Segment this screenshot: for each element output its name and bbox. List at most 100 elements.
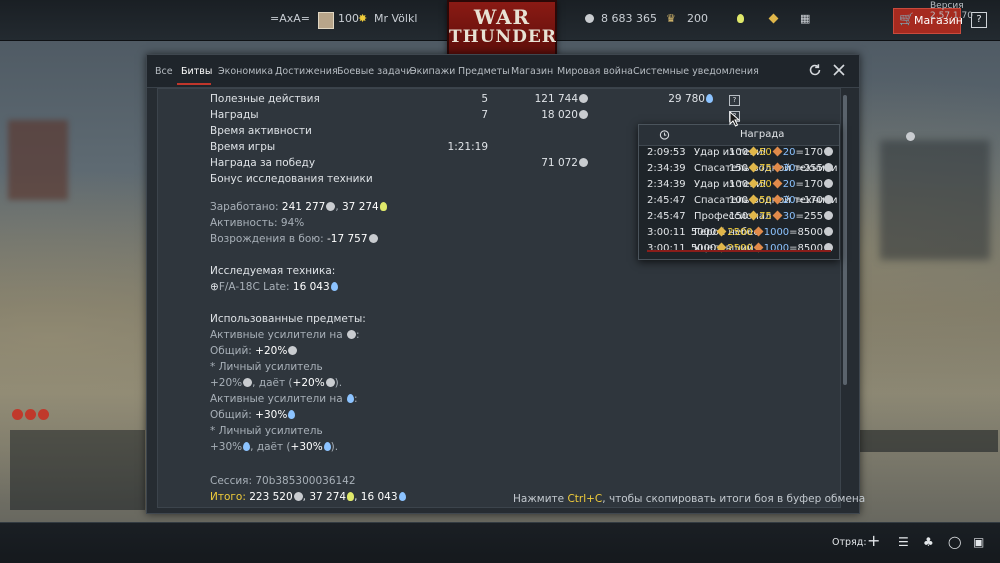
squadron-tag: =AxA=: [270, 12, 310, 25]
add-squad-icon[interactable]: +: [867, 531, 881, 550]
scrollbar[interactable]: [843, 95, 847, 385]
silver-lions-balance[interactable]: 8 683 365: [601, 12, 657, 25]
plus-circle-icon: ⊕: [210, 281, 219, 293]
avatar[interactable]: [318, 12, 334, 29]
popup-row-time: 2:09:53: [647, 147, 686, 158]
personal-booster-sl: * Личный усилитель: [210, 361, 323, 373]
popup-row-amount: 100 50 20=170: [729, 146, 833, 158]
player-name[interactable]: Mr Völkl: [374, 12, 417, 25]
popup-row-time: 2:34:39: [647, 163, 686, 174]
tab-system-notifications[interactable]: Системные уведомления: [633, 66, 759, 77]
row-useful-actions-count: 5: [481, 93, 488, 105]
boosters-sl-line: Активные усилители на :: [210, 329, 360, 341]
respawn-line: Возрождения в бою: -17 757: [210, 233, 378, 245]
golden-eagles-icon: ♛: [666, 12, 676, 25]
row-victory-label: Награда за победу: [210, 157, 316, 169]
logo-line1: WAR: [473, 5, 531, 29]
popup-row-time: 2:45:47: [647, 211, 686, 222]
tab-shop[interactable]: Магазин: [511, 66, 553, 77]
row-active-time-label: Время активности: [210, 125, 312, 137]
popup-row-time: 3:00:11: [647, 227, 686, 238]
ticket-icon[interactable]: ▦: [800, 12, 810, 25]
silver-lions-icon: [579, 158, 588, 167]
popup-row-amount: 5000 2500 1000=8500: [691, 242, 833, 254]
cart-icon: 🛒: [899, 12, 914, 26]
researched-vehicle-line: ⊕F/A-18C Late: 16 043: [210, 281, 338, 293]
chat-icon[interactable]: ◯: [948, 535, 962, 549]
crew-indicators: [12, 409, 51, 423]
tab-battles[interactable]: Битвы: [181, 66, 212, 77]
popup-row: 3:00:11 Герой небес 5000 2500 1000=8500: [639, 225, 839, 241]
items-title: Использованные предметы:: [210, 313, 366, 325]
active-tab-indicator: [177, 83, 211, 85]
personal-booster-rp: * Личный усилитель: [210, 425, 323, 437]
tab-all[interactable]: Все: [155, 66, 173, 77]
tab-achievements[interactable]: Достижения: [275, 66, 338, 77]
silver-lions-icon: [579, 110, 588, 119]
row-awards-sl: 18 020: [541, 109, 578, 121]
researched-title: Исследуемая техника:: [210, 265, 336, 277]
popup-row-time: 2:34:39: [647, 179, 686, 190]
general-rp-line: Общий: +30%: [210, 409, 296, 421]
popup-row: 2:45:47 Профессионал 150 75 30=255: [639, 209, 839, 225]
version-label: Версия 2.57.1.70: [930, 1, 973, 21]
details-button[interactable]: ?: [729, 95, 740, 106]
squad-label: Отряд:: [832, 537, 867, 548]
row-victory-sl: 71 072: [541, 157, 578, 169]
popup-row: 2:45:47 Спасатель водной техники 100 50 20=1…: [639, 193, 839, 209]
total-line: Итого: 223 520, 37 274, 16 043: [210, 491, 406, 503]
row-research-bonus-label: Бонус исследования техники: [210, 173, 373, 185]
tab-economy[interactable]: Экономика: [218, 66, 273, 77]
personal-rp-line: +30%, даёт (+30%).: [210, 441, 339, 453]
boosters-rp-line: Активные усилители на :: [210, 393, 358, 405]
cursor-icon: [729, 111, 741, 127]
close-icon[interactable]: [832, 63, 846, 77]
awards-popup: Награда 2:09:53 Удар из тени! 100 50 20=170 2…: [638, 124, 915, 260]
tab-battle-tasks[interactable]: Боевые задачи: [337, 66, 412, 77]
notifications-window: Все Битвы Экономика Достижения Боевые за…: [146, 54, 865, 514]
row-useful-actions-rp: 29 780: [668, 93, 705, 105]
general-sl-line: Общий: +20%: [210, 345, 298, 357]
friends-icon[interactable]: ♣: [923, 535, 937, 549]
popup-header: Награда: [639, 125, 915, 146]
tab-bar: Все Битвы Экономика Достижения Боевые за…: [147, 55, 859, 88]
premium-icon[interactable]: [768, 12, 779, 25]
right-tool-panel: [848, 430, 998, 452]
bottom-bar: Отряд: + ☰ ♣ ◯ ▣: [0, 522, 1000, 563]
star-icon: ✸: [358, 12, 368, 25]
golden-eagles-balance[interactable]: 200: [687, 12, 708, 25]
popup-row: 2:34:39 Спасатель водной техники 150 75 30=2…: [639, 161, 839, 177]
popup-row: 2:34:39 Удар из тени! 100 50 20=170: [639, 177, 839, 193]
popup-row-time: 3:00:11: [647, 243, 686, 254]
research-icon: [706, 94, 713, 103]
silver-lions-icon: [905, 130, 915, 143]
activity-line: Активность: 94%: [210, 217, 305, 229]
bulb-icon[interactable]: [736, 12, 744, 25]
popup-row-amount: 5000 2500 1000=8500: [691, 226, 833, 238]
row-useful-actions-sl: 121 744: [534, 93, 578, 105]
tab-world-war[interactable]: Мировая война: [557, 66, 633, 77]
popup-row-time: 2:45:47: [647, 195, 686, 206]
popup-row: 3:00:11Уцелевший500025001000=8500: [639, 241, 839, 257]
war-thunder-logo: WAR THUNDER: [447, 0, 557, 56]
row-awards-label: Награды: [210, 109, 259, 121]
silver-lions-icon: [579, 94, 588, 103]
tab-crews[interactable]: Экипажи: [410, 66, 455, 77]
contacts-icon[interactable]: ▣: [973, 535, 987, 549]
popup-row-amount: 100 50 20=170: [729, 178, 833, 190]
list-icon[interactable]: ☰: [898, 535, 912, 549]
top-bar: =AxA= 100 ✸ Mr Völkl WAR THUNDER 8 683 3…: [0, 0, 1000, 56]
player-level: 100: [338, 12, 359, 25]
research-panel: [10, 430, 145, 510]
row-game-time-label: Время игры: [210, 141, 276, 153]
tab-items[interactable]: Предметы: [458, 66, 510, 77]
popup-row-amount: 100 50 20=170: [729, 194, 833, 206]
popup-row-amount: 150 75 30=255: [729, 162, 833, 174]
popup-col-reward: Награда: [740, 129, 785, 140]
selection-underline: [647, 250, 831, 252]
logo-line2: THUNDER: [449, 27, 557, 47]
left-side-panel: [8, 90, 24, 160]
copy-hint: Нажмите Ctrl+C, чтобы скопировать итоги …: [513, 493, 866, 505]
row-useful-actions-label: Полезные действия: [210, 93, 320, 105]
refresh-icon[interactable]: [808, 63, 822, 77]
